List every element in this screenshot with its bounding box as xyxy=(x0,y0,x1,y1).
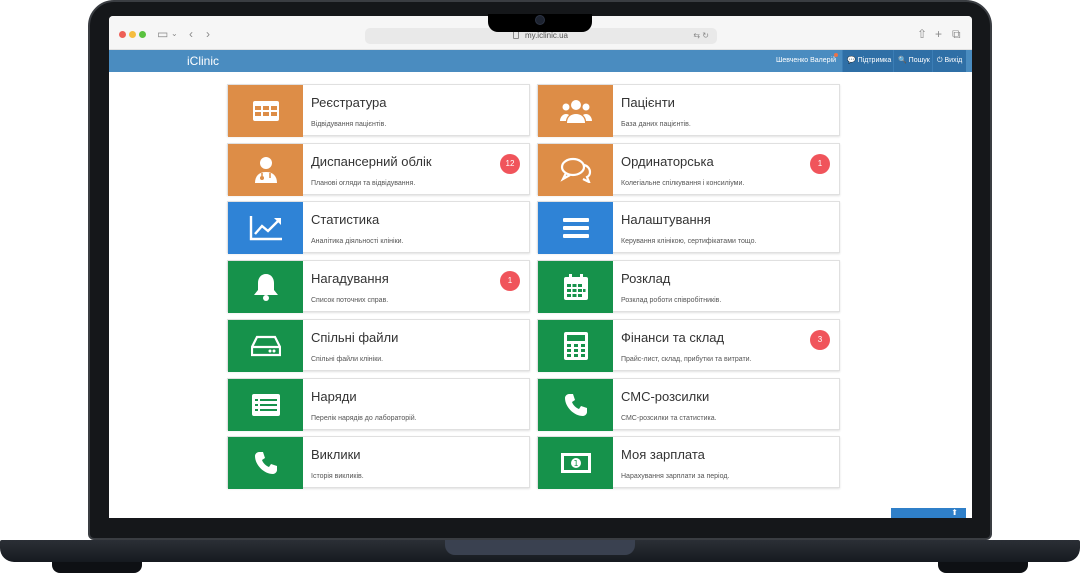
module-description: Історія викликів. xyxy=(311,473,364,480)
calendar-icon xyxy=(538,261,613,313)
module-title: Виклики xyxy=(311,447,361,462)
camera-icon xyxy=(535,15,545,25)
module-description: Список поточних справ. xyxy=(311,297,389,304)
module-description: СМС-розсилки та статистика. xyxy=(621,415,717,422)
module-title: Пацієнти xyxy=(621,95,675,110)
module-title: Диспансерний облік xyxy=(311,154,432,169)
forward-icon[interactable]: › xyxy=(206,27,210,41)
arrow-up-icon: ⬆ xyxy=(951,508,958,517)
module-title: Розклад xyxy=(621,271,671,286)
line-chart-icon xyxy=(228,202,303,254)
support-button[interactable]: 💬 Підтримка xyxy=(842,50,896,72)
module-description: Аналітика діяльності клініки. xyxy=(311,238,404,245)
module-tile[interactable]: Виклики Історія викликів. xyxy=(227,436,530,489)
back-icon[interactable]: ‹ xyxy=(189,27,193,41)
new-tab-icon[interactable]: + xyxy=(935,27,942,41)
module-tile[interactable]: Реєстратура Відвідування пацієнтів. xyxy=(227,84,530,137)
phone-icon xyxy=(228,437,303,489)
chat-icon xyxy=(538,144,613,196)
module-description: Розклад роботи співробітників. xyxy=(621,297,722,304)
module-tile[interactable]: СМС-розсилки СМС-розсилки та статистика. xyxy=(537,378,840,431)
module-title: Нагадування xyxy=(311,271,389,286)
translate-reload-icon[interactable]: ⇆ ↻ xyxy=(693,30,709,42)
module-title: Реєстратура xyxy=(311,95,387,110)
brand-logo[interactable]: iClinic xyxy=(187,53,219,69)
comment-icon: 💬 xyxy=(847,57,856,64)
maximize-window-button[interactable] xyxy=(139,31,146,38)
module-description: База даних пацієнтів. xyxy=(621,121,691,128)
share-icon[interactable]: ⇧ xyxy=(917,27,927,41)
notification-badge: 12 xyxy=(500,154,520,174)
money-icon: 1 xyxy=(538,437,613,489)
module-tile[interactable]: Диспансерний облік Планові огляди та відв… xyxy=(227,143,530,196)
logout-button[interactable]: ⏻ Вихід xyxy=(932,50,967,72)
module-title: Ординаторська xyxy=(621,154,714,169)
module-title: Фінанси та склад xyxy=(621,330,725,345)
module-tile[interactable]: Пацієнти База даних пацієнтів. xyxy=(537,84,840,137)
minimize-window-button[interactable] xyxy=(129,31,136,38)
calculator-icon xyxy=(538,320,613,372)
module-description: Колегіальне спілкування і консиліуми. xyxy=(621,180,745,187)
search-icon: 🔍 xyxy=(898,57,907,64)
user-menu[interactable]: Шевченко Валерій xyxy=(776,50,836,72)
search-label: Пошук xyxy=(908,57,930,64)
module-description: Відвідування пацієнтів. xyxy=(311,121,387,128)
laptop-foot-right xyxy=(938,562,1028,573)
notification-badge: 1 xyxy=(810,154,830,174)
laptop-foot-left xyxy=(52,562,142,573)
module-tile[interactable]: Нагадування Список поточних справ. 1 xyxy=(227,260,530,313)
bell-icon xyxy=(228,261,303,313)
sidebar-icon[interactable]: ▭ xyxy=(157,27,168,41)
module-description: Прайс-лист, склад, прибутки та витрати. xyxy=(621,356,752,363)
logout-label: Вихід xyxy=(944,57,963,64)
module-description: Спільні файли клініки. xyxy=(311,356,384,363)
module-tile[interactable]: Ординаторська Колегіальне спілкування і к… xyxy=(537,143,840,196)
scroll-to-top-button[interactable]: ⬆ xyxy=(891,508,966,518)
module-title: Статистика xyxy=(311,212,380,227)
notification-badge: 3 xyxy=(810,330,830,350)
notification-badge: 1 xyxy=(500,271,520,291)
phone-icon xyxy=(538,379,613,431)
laptop-base-notch xyxy=(445,540,635,555)
laptop-frame: ▭ ⌄ ‹ › my.iclinic.ua ⇆ ↻ ⇧ + ⧉ iClinic … xyxy=(0,0,1080,573)
list-card-icon xyxy=(228,379,303,431)
module-title: Налаштування xyxy=(621,212,711,227)
module-tile[interactable]: Налаштування Керування клінікою, сертифік… xyxy=(537,201,840,254)
lock-icon xyxy=(513,31,519,39)
support-label: Підтримка xyxy=(857,57,892,64)
module-tile[interactable]: Статистика Аналітика діяльності клініки. xyxy=(227,201,530,254)
module-tile[interactable]: 1 Моя зарплата Нарахування зарплати за пер… xyxy=(537,436,840,489)
tabs-overview-icon[interactable]: ⧉ xyxy=(952,27,961,41)
svg-text:1: 1 xyxy=(573,459,578,468)
menu-bars-icon xyxy=(538,202,613,254)
module-tile[interactable]: Фінанси та склад Прайс-лист, склад, прибу… xyxy=(537,319,840,372)
module-description: Керування клінікою, сертифікатами тощо. xyxy=(621,238,757,245)
module-title: Моя зарплата xyxy=(621,447,705,462)
module-description: Перелік нарядів до лабораторій. xyxy=(311,415,417,422)
screen: ▭ ⌄ ‹ › my.iclinic.ua ⇆ ↻ ⇧ + ⧉ iClinic … xyxy=(109,16,972,518)
module-tile[interactable]: Спільні файли Спільні файли клініки. xyxy=(227,319,530,372)
hard-drive-icon xyxy=(228,320,303,372)
notification-dot xyxy=(834,53,838,57)
search-button[interactable]: 🔍 Пошук xyxy=(893,50,934,72)
doctor-icon xyxy=(228,144,303,196)
module-title: Спільні файли xyxy=(311,330,399,345)
chevron-down-icon[interactable]: ⌄ xyxy=(171,27,178,41)
module-title: Наряди xyxy=(311,389,357,404)
module-description: Планові огляди та відвідування. xyxy=(311,180,416,187)
app-navbar: iClinic Шевченко Валерій 💬 Підтримка 🔍 П… xyxy=(109,50,972,72)
module-title: СМС-розсилки xyxy=(621,389,710,404)
module-tile[interactable]: Розклад Розклад роботи співробітників. xyxy=(537,260,840,313)
module-description: Нарахування зарплати за період. xyxy=(621,473,730,480)
users-icon xyxy=(538,85,613,137)
close-window-button[interactable] xyxy=(119,31,126,38)
grid-table-icon xyxy=(228,85,303,137)
power-icon: ⏻ xyxy=(937,57,943,64)
module-tile[interactable]: Наряди Перелік нарядів до лабораторій. xyxy=(227,378,530,431)
